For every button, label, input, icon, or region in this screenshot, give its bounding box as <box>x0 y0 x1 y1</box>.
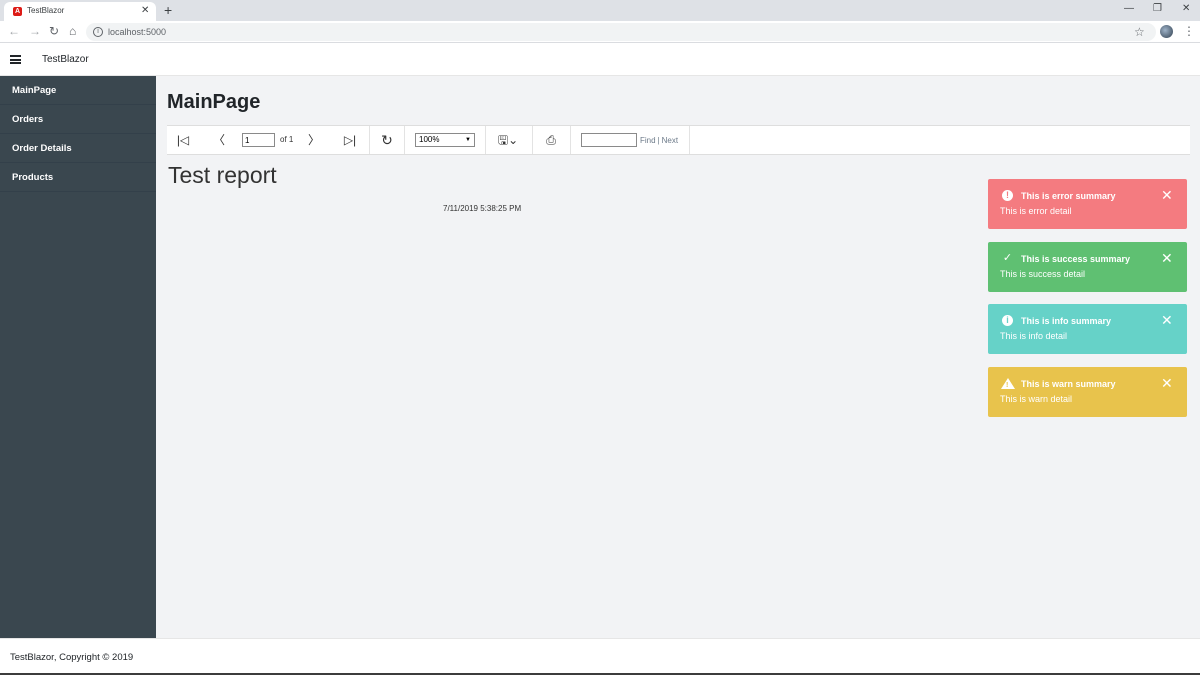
last-page-icon[interactable]: ▷| <box>340 126 360 154</box>
find-input[interactable] <box>581 133 637 147</box>
toolbar-divider <box>485 126 486 154</box>
sidebar-item-order-details[interactable]: Order Details <box>0 134 156 163</box>
angular-favicon-icon: A <box>13 7 22 16</box>
info-icon: i <box>1002 315 1013 326</box>
toast-success: ✓ This is success summary This is succes… <box>988 242 1187 292</box>
hamburger-icon[interactable] <box>10 55 21 64</box>
page-title: MainPage <box>167 91 261 113</box>
sidebar: MainPage Orders Order Details Products <box>0 76 156 638</box>
home-icon[interactable]: ⌂ <box>69 25 76 38</box>
first-page-icon[interactable]: |◁ <box>173 126 193 154</box>
tab-title: TestBlazor <box>27 6 65 15</box>
tab-close-icon[interactable]: ✕ <box>141 5 149 17</box>
browser-toolbar: ← → ↻ ⌂ i localhost:5000 ☆ <box>0 21 1200 43</box>
toast-summary: This is warn summary <box>1021 379 1116 389</box>
next-page-icon[interactable]: 〉 <box>306 126 322 154</box>
profile-avatar[interactable] <box>1160 25 1173 38</box>
url-text[interactable]: localhost:5000 <box>108 27 166 37</box>
report-title: Test report <box>168 162 277 188</box>
info-icon[interactable]: i <box>93 27 103 37</box>
browser-tabstrip: A TestBlazor ✕ + — ❐ ✕ <box>0 0 1200 21</box>
restore-icon[interactable]: ❐ <box>1153 2 1162 16</box>
warning-icon: ! <box>1001 378 1015 389</box>
dropdown-arrow-icon: ▼ <box>465 137 471 143</box>
previous-page-icon[interactable]: 〈 <box>211 126 227 154</box>
check-icon: ✓ <box>1002 252 1013 264</box>
sidebar-item-mainpage[interactable]: MainPage <box>0 76 156 105</box>
page-count: of 1 <box>280 135 294 144</box>
forward-icon[interactable]: → <box>29 25 41 38</box>
toast-error: ! This is error summary This is error de… <box>988 179 1187 229</box>
app-header: TestBlazor <box>0 44 1200 76</box>
back-icon[interactable]: ← <box>8 25 20 38</box>
window-close-icon[interactable]: ✕ <box>1182 2 1190 16</box>
report-viewer-toolbar: |◁ 〈 of 1 〉 ▷| ↻ 100% ▼ 🖫⌄ ⎙ Find|Next <box>167 125 1190 155</box>
zoom-select[interactable]: 100% ▼ <box>415 133 475 147</box>
star-icon[interactable]: ☆ <box>1134 25 1145 39</box>
find-link[interactable]: Find <box>640 136 656 145</box>
toast-summary: This is success summary <box>1021 254 1131 264</box>
toast-summary: This is info summary <box>1021 316 1112 326</box>
toast-detail: This is success detail <box>1000 269 1086 279</box>
report-date: 7/11/2019 5:38:25 PM <box>443 204 522 213</box>
toolbar-divider <box>689 126 690 154</box>
app-brand[interactable]: TestBlazor <box>42 54 89 65</box>
toast-warn: ! This is warn summary This is warn deta… <box>988 367 1187 417</box>
next-link[interactable]: Next <box>662 136 678 145</box>
toast-detail: This is warn detail <box>1000 394 1073 404</box>
close-icon[interactable]: ✕ <box>1161 312 1173 328</box>
sidebar-item-orders[interactable]: Orders <box>0 105 156 134</box>
page-number-input[interactable] <box>242 133 275 147</box>
toolbar-divider <box>404 126 405 154</box>
main-content: MainPage |◁ 〈 of 1 〉 ▷| ↻ 100% ▼ 🖫⌄ ⎙ Fi… <box>156 76 1200 638</box>
find-links: Find | Next <box>640 136 679 145</box>
minimize-icon[interactable]: — <box>1124 2 1134 16</box>
zoom-value: 100% <box>419 135 440 144</box>
sidebar-item-products[interactable]: Products <box>0 163 156 192</box>
toast-summary: This is error summary <box>1021 191 1116 201</box>
close-icon[interactable]: ✕ <box>1161 187 1173 203</box>
close-icon[interactable]: ✕ <box>1161 375 1173 391</box>
error-icon: ! <box>1002 190 1013 201</box>
reload-icon[interactable]: ↻ <box>49 25 59 38</box>
export-save-icon[interactable]: 🖫⌄ <box>489 126 527 154</box>
new-tab-icon[interactable]: + <box>164 3 172 17</box>
toast-info: i This is info summary This is info deta… <box>988 304 1187 354</box>
footer: TestBlazor, Copyright © 2019 <box>0 638 1200 673</box>
browser-tab[interactable]: A TestBlazor ✕ <box>4 2 156 21</box>
address-bar[interactable]: i localhost:5000 ☆ <box>86 23 1156 41</box>
toolbar-divider <box>570 126 571 154</box>
menu-dots-icon[interactable]: ⋮ <box>1183 24 1195 38</box>
close-icon[interactable]: ✕ <box>1161 250 1173 266</box>
toast-detail: This is error detail <box>1000 206 1072 216</box>
refresh-icon[interactable]: ↻ <box>370 126 404 154</box>
toast-detail: This is info detail <box>1000 331 1068 341</box>
footer-copyright: TestBlazor, Copyright © 2019 <box>10 652 134 663</box>
print-icon[interactable]: ⎙ <box>533 126 569 154</box>
